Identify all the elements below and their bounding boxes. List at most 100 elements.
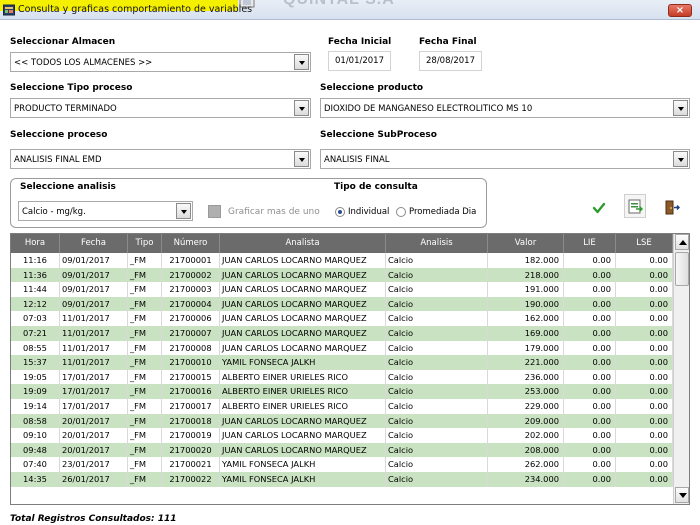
cell-lie: 0.00 xyxy=(564,384,616,399)
analisis-select[interactable]: Calcio - mg/kg. xyxy=(18,201,193,221)
total-records-label: Total Registros Consultados: 111 xyxy=(10,514,177,524)
chevron-down-icon[interactable] xyxy=(294,151,309,167)
producto-select[interactable]: DIOXIDO DE MANGANESO ELECTROLITICO MS 10 xyxy=(320,98,690,118)
table-row[interactable]: 07:03 11/01/2017 _FM 21700006 JUAN CARLOS LO… xyxy=(11,311,673,326)
arrow-down-icon xyxy=(679,493,687,498)
table-row[interactable]: 07:21 11/01/2017 _FM 21700007 JUAN CARLOS LO… xyxy=(11,326,673,341)
cell-lie: 0.00 xyxy=(564,267,616,283)
cell-numero: 21700020 xyxy=(162,442,220,458)
radio-individual[interactable] xyxy=(335,207,345,217)
cell-analista: YAMIL FONSECA JALKH xyxy=(220,355,386,370)
cell-lse: 0.00 xyxy=(616,296,673,312)
vertical-scrollbar[interactable] xyxy=(673,234,689,504)
tipo-consulta-label: Tipo de consulta xyxy=(334,182,418,192)
cell-lie: 0.00 xyxy=(564,253,616,268)
table-row[interactable]: 19:05 17/01/2017 _FM 21700015 ALBERTO EINER … xyxy=(11,369,673,385)
background-app-title: QUINTAL S.A xyxy=(283,0,395,9)
cell-analista: JUAN CARLOS LOCARNO MARQUEZ xyxy=(220,267,386,283)
cell-analisis: Calcio xyxy=(386,442,488,458)
cell-analisis: Calcio xyxy=(386,384,488,399)
table-row[interactable]: 09:10 20/01/2017 _FM 21700019 JUAN CARLOS LO… xyxy=(11,428,673,443)
cell-fecha: 17/01/2017 xyxy=(60,384,128,399)
cell-analista: JUAN CARLOS LOCARNO MARQUEZ xyxy=(220,296,386,312)
cell-valor: 221.000 xyxy=(488,355,564,370)
cell-analista: JUAN CARLOS LOCARNO MARQUEZ xyxy=(220,311,386,326)
column-header-valor[interactable]: Valor xyxy=(488,234,564,253)
chevron-down-icon[interactable] xyxy=(294,100,309,116)
exit-door-icon[interactable] xyxy=(664,200,680,216)
table-row[interactable]: 19:14 17/01/2017 _FM 21700017 ALBERTO EINER … xyxy=(11,399,673,414)
table-row[interactable]: 11:36 09/01/2017 _FM 21700002 JUAN CARLOS LO… xyxy=(11,267,673,283)
table-row[interactable]: 09:48 20/01/2017 _FM 21700020 JUAN CARLOS LO… xyxy=(11,442,673,458)
cell-numero: 21700004 xyxy=(162,296,220,312)
table-row[interactable]: 12:12 09/01/2017 _FM 21700004 JUAN CARLOS LO… xyxy=(11,296,673,312)
scroll-down-button[interactable] xyxy=(675,487,689,503)
cell-valor: 208.000 xyxy=(488,442,564,458)
scroll-thumb[interactable] xyxy=(675,252,689,286)
column-header-tipo[interactable]: Tipo xyxy=(128,234,162,253)
cell-analisis: Calcio xyxy=(386,369,488,385)
cell-fecha: 11/01/2017 xyxy=(60,340,128,356)
cell-analisis: Calcio xyxy=(386,428,488,443)
cell-tipo: _FM xyxy=(128,384,162,399)
column-header-lie[interactable]: LIE xyxy=(564,234,616,253)
tipo-proceso-select[interactable]: PRODUCTO TERMINADO xyxy=(10,98,311,118)
chevron-down-icon[interactable] xyxy=(294,54,309,70)
cell-analisis: Calcio xyxy=(386,340,488,356)
table-row[interactable]: 19:09 17/01/2017 _FM 21700016 ALBERTO EINER … xyxy=(11,384,673,399)
table-row[interactable]: 07:40 23/01/2017 _FM 21700021 YAMIL FONSECA … xyxy=(11,457,673,472)
checkmark-icon[interactable] xyxy=(592,201,606,215)
table-row[interactable]: 08:55 11/01/2017 _FM 21700008 JUAN CARLOS LO… xyxy=(11,340,673,356)
table-row[interactable]: 08:58 20/01/2017 _FM 21700018 JUAN CARLOS LO… xyxy=(11,413,673,429)
cell-numero: 21700003 xyxy=(162,282,220,297)
cell-lse: 0.00 xyxy=(616,384,673,399)
column-header-hora[interactable]: Hora xyxy=(11,234,60,253)
cell-analisis: Calcio xyxy=(386,399,488,414)
subproceso-select[interactable]: ANALISIS FINAL xyxy=(320,149,690,169)
chevron-down-icon[interactable] xyxy=(176,203,191,219)
cell-numero: 21700015 xyxy=(162,369,220,385)
cell-valor: 179.000 xyxy=(488,340,564,356)
fecha-final-field[interactable]: 28/08/2017 xyxy=(419,51,482,71)
cell-tipo: _FM xyxy=(128,340,162,356)
cell-tipo: _FM xyxy=(128,326,162,341)
radio-promediada[interactable] xyxy=(396,207,406,217)
cell-hora: 15:37 xyxy=(11,355,60,370)
column-header-lse[interactable]: LSE xyxy=(616,234,673,253)
cell-hora: 19:14 xyxy=(11,399,60,414)
cell-numero: 21700006 xyxy=(162,311,220,326)
analisis-label: Seleccione analisis xyxy=(20,182,116,192)
cell-lse: 0.00 xyxy=(616,267,673,283)
column-header-analisis[interactable]: Analisis xyxy=(386,234,488,253)
table-row[interactable]: 11:16 09/01/2017 _FM 21700001 JUAN CARLOS LO… xyxy=(11,253,673,268)
cell-numero: 21700019 xyxy=(162,428,220,443)
table-row[interactable]: 15:37 11/01/2017 _FM 21700010 YAMIL FONSECA … xyxy=(11,355,673,370)
column-header-fecha[interactable]: Fecha xyxy=(60,234,128,253)
chevron-down-icon[interactable] xyxy=(673,151,688,167)
results-table[interactable]: Hora Fecha Tipo Número Analista Analisis Valor… xyxy=(10,233,690,505)
cell-tipo: _FM xyxy=(128,428,162,443)
graficar-checkbox[interactable] xyxy=(208,205,221,218)
cell-valor: 218.000 xyxy=(488,267,564,283)
fecha-inicial-label: Fecha Inicial xyxy=(328,37,392,47)
cell-hora: 19:09 xyxy=(11,384,60,399)
cell-hora: 11:44 xyxy=(11,282,60,297)
almacen-select[interactable]: << TODOS LOS ALMACENES >> xyxy=(10,52,311,72)
proceso-select-value: ANALISIS FINAL EMD xyxy=(14,155,102,165)
chevron-down-icon[interactable] xyxy=(673,100,688,116)
cell-lie: 0.00 xyxy=(564,282,616,297)
export-button[interactable] xyxy=(624,194,646,218)
scroll-up-button[interactable] xyxy=(675,234,689,250)
cell-lse: 0.00 xyxy=(616,326,673,341)
cell-lse: 0.00 xyxy=(616,311,673,326)
cell-lse: 0.00 xyxy=(616,457,673,472)
proceso-select[interactable]: ANALISIS FINAL EMD xyxy=(10,149,311,169)
close-button[interactable]: × xyxy=(668,4,692,17)
column-header-numero[interactable]: Número xyxy=(162,234,220,253)
fecha-inicial-field[interactable]: 01/01/2017 xyxy=(328,51,391,71)
cell-analista: JUAN CARLOS LOCARNO MARQUEZ xyxy=(220,428,386,443)
table-row[interactable]: 14:35 26/01/2017 _FM 21700022 YAMIL FONSECA … xyxy=(11,472,673,487)
column-header-analista[interactable]: Analista xyxy=(220,234,386,253)
window-title: Consulta y graficas comportamiento de va… xyxy=(18,4,253,15)
table-row[interactable]: 11:44 09/01/2017 _FM 21700003 JUAN CARLOS LO… xyxy=(11,282,673,297)
